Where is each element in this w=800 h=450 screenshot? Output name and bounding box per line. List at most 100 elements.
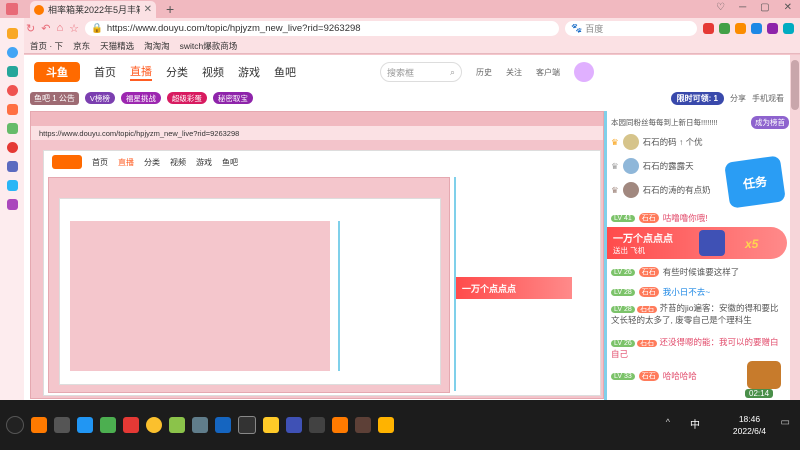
treasure-chest-icon[interactable] bbox=[747, 361, 781, 389]
close-tab-icon[interactable]: ✕ bbox=[144, 4, 152, 15]
sidebar-star-icon[interactable] bbox=[6, 28, 18, 39]
stream-video-area[interactable]: https://www.douyu.com/topic/hpjyzm_new_l… bbox=[30, 111, 604, 399]
super-egg-badge[interactable]: 超级彩蛋 bbox=[166, 92, 207, 104]
url-field[interactable]: 🔒 https://www.douyu.com/topic/hpjyzm_new… bbox=[84, 20, 559, 36]
rank-row-1[interactable]: ♛ 石石的码 ↑ 个优 bbox=[611, 133, 787, 151]
undo-icon[interactable]: ↶ bbox=[41, 22, 50, 35]
become-top-button[interactable]: 成为榜首 bbox=[751, 115, 789, 129]
sidebar-l-icon[interactable] bbox=[6, 47, 18, 58]
taskbar-douyu-icon[interactable] bbox=[332, 417, 348, 433]
extension-icon-5[interactable] bbox=[767, 22, 778, 34]
fan-badge: 石石 bbox=[637, 340, 658, 347]
inner-logo bbox=[52, 155, 82, 169]
taskbar-app-4[interactable] bbox=[100, 417, 116, 433]
extension-icon-3[interactable] bbox=[735, 22, 746, 34]
taskbar-app-7[interactable] bbox=[169, 417, 185, 433]
taskbar-app-3[interactable] bbox=[77, 417, 93, 433]
home-icon[interactable]: ⌂ bbox=[56, 22, 63, 34]
nav-fishbar[interactable]: 鱼吧 bbox=[274, 64, 296, 80]
sidebar-share-icon[interactable] bbox=[6, 161, 18, 172]
inner-nav-category: 分类 bbox=[144, 157, 160, 167]
mobile-watch-link[interactable]: 手机观看 bbox=[752, 93, 784, 104]
fan-badge: 石石 bbox=[638, 287, 659, 297]
limited-claim-badge[interactable]: 限时可领: 1 bbox=[670, 91, 724, 105]
page-scrollbar-thumb[interactable] bbox=[791, 60, 799, 110]
fav-item-taobao[interactable]: 淘淘淘 bbox=[144, 40, 170, 52]
search-icon[interactable]: ⌕ bbox=[450, 67, 455, 78]
user-avatar[interactable] bbox=[574, 62, 594, 82]
ime-indicator[interactable]: 中 bbox=[690, 416, 700, 431]
rank-avatar-3 bbox=[622, 182, 639, 198]
follow-link[interactable]: 关注 bbox=[506, 67, 522, 78]
sidebar-purple-icon[interactable] bbox=[6, 199, 18, 210]
taskbar-app-13[interactable] bbox=[309, 417, 325, 433]
minimize-icon[interactable]: ─ bbox=[739, 2, 746, 13]
history-link[interactable]: 历史 bbox=[476, 67, 492, 78]
level-badge: LV 28 bbox=[611, 288, 635, 296]
sidebar-s-icon[interactable] bbox=[6, 66, 18, 77]
close-window-icon[interactable]: ✕ bbox=[784, 2, 792, 13]
douyu-logo[interactable]: 斗鱼 bbox=[34, 62, 80, 82]
sidebar-blue-icon[interactable] bbox=[6, 180, 18, 191]
bookmark-star-icon[interactable]: ☆ bbox=[69, 22, 79, 35]
crown-icon: ♛ bbox=[611, 160, 619, 171]
inner-nav-home: 首页 bbox=[92, 157, 108, 167]
taskbar-chrome-icon[interactable] bbox=[146, 417, 162, 433]
taskbar-steam-icon[interactable] bbox=[215, 417, 231, 433]
fan-badge: 石石 bbox=[638, 371, 659, 381]
extension-icon-6[interactable] bbox=[783, 22, 794, 34]
crown-icon: ♛ bbox=[611, 136, 619, 147]
taskbar-app-2[interactable] bbox=[54, 417, 70, 433]
fav-item-home[interactable]: 首页 · 下 bbox=[30, 40, 63, 52]
extension-icon-4[interactable] bbox=[751, 22, 762, 34]
extension-icon-2[interactable] bbox=[719, 22, 730, 34]
taskbar-app-8[interactable] bbox=[192, 417, 208, 433]
site-search-input[interactable]: 搜索框 ⌕ bbox=[380, 62, 462, 82]
taskbar-app-11[interactable] bbox=[263, 417, 279, 433]
fav-item-tmall[interactable]: 天猫精选 bbox=[100, 40, 134, 52]
fav-item-jd[interactable]: 京东 bbox=[73, 40, 90, 52]
taskbar-app-12[interactable] bbox=[286, 417, 302, 433]
tab-title: 相率箱莱2022年5月丰箱聚能... bbox=[48, 5, 140, 15]
nav-category[interactable]: 分类 bbox=[166, 64, 188, 80]
search-engine-box[interactable]: 🐾 百度 bbox=[565, 20, 697, 36]
refresh-icon[interactable]: ↻ bbox=[26, 22, 35, 35]
fav-item-switch[interactable]: switch爆款商场 bbox=[180, 40, 238, 52]
bookmark-manager-icon[interactable]: ♡ bbox=[716, 2, 725, 13]
lucky-challenge-badge[interactable]: 福星挑战 bbox=[120, 92, 161, 104]
taskbar-app-1[interactable] bbox=[31, 417, 47, 433]
vip-badge[interactable]: V榜榜 bbox=[84, 92, 115, 104]
taskbar-app-16[interactable] bbox=[378, 417, 394, 433]
extension-icon-1[interactable] bbox=[703, 22, 714, 34]
lock-icon: 🔒 bbox=[90, 22, 103, 34]
taskbar-app-5[interactable] bbox=[123, 417, 139, 433]
rank-avatar-2 bbox=[622, 158, 639, 174]
rank-avatar-1 bbox=[622, 134, 639, 150]
nav-game[interactable]: 游戏 bbox=[238, 64, 260, 80]
notification-icon[interactable]: ▭ bbox=[781, 417, 790, 428]
maximize-icon[interactable]: ▢ bbox=[760, 2, 769, 13]
taskbar-app-10[interactable] bbox=[238, 416, 256, 434]
sidebar-grid-icon[interactable] bbox=[6, 123, 18, 134]
fan-badge: 石石 bbox=[637, 306, 658, 313]
nav-home[interactable]: 首页 bbox=[94, 64, 116, 80]
nav-video[interactable]: 视频 bbox=[202, 64, 224, 80]
taskbar-app-15[interactable] bbox=[355, 417, 371, 433]
room-info-badge[interactable]: 鱼吧 1 公告 bbox=[30, 91, 79, 105]
sidebar-weibo-icon[interactable] bbox=[6, 142, 18, 153]
new-tab-icon[interactable]: + bbox=[166, 1, 174, 17]
sidebar-orange-icon[interactable] bbox=[6, 104, 18, 115]
start-icon[interactable] bbox=[6, 416, 24, 434]
share-link[interactable]: 分享 bbox=[730, 93, 746, 104]
douyu-page: 斗鱼 首页 直播 分类 视频 游戏 鱼吧 搜索框 ⌕ 历史 关注 客户端 鱼吧 … bbox=[24, 55, 790, 400]
browser-menu-icon[interactable] bbox=[6, 3, 18, 15]
nav-live[interactable]: 直播 bbox=[130, 63, 152, 81]
secret-treasure-badge[interactable]: 秘密取宝 bbox=[212, 92, 253, 104]
browser-tab[interactable]: 相率箱莱2022年5月丰箱聚能... ✕ bbox=[30, 1, 156, 18]
fan-task-badge[interactable]: 任务 bbox=[724, 155, 786, 209]
system-clock[interactable]: 18:46 2022/6/4 bbox=[733, 413, 766, 437]
client-link[interactable]: 客户端 bbox=[536, 67, 560, 78]
sidebar-red-icon[interactable] bbox=[6, 85, 18, 96]
tray-chevron-icon[interactable]: ^ bbox=[666, 417, 670, 427]
gift-event-banner[interactable]: 一万个点点点 送出 飞机 x5 bbox=[607, 227, 787, 259]
